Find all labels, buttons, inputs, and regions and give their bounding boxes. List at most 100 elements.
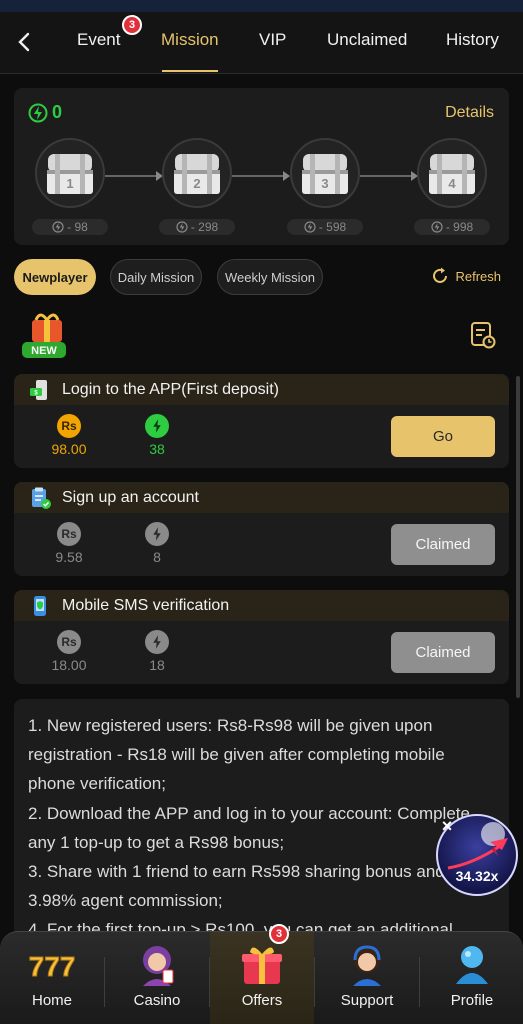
rule-item: 1. New registered users: Rs8-Rs98 will b… — [28, 716, 445, 794]
svg-text:777: 777 — [29, 951, 76, 982]
scrollbar[interactable] — [516, 376, 520, 698]
tab-history[interactable]: History — [446, 30, 499, 50]
nav-label: Home — [31, 992, 72, 1009]
casino-dealer-icon — [143, 946, 174, 986]
nav-support[interactable]: Support — [315, 932, 419, 1024]
chest-1[interactable]: 1 — [35, 138, 105, 208]
close-icon[interactable]: × — [438, 817, 456, 835]
filter-newplayer[interactable]: Newplayer — [14, 259, 96, 295]
filter-daily-mission[interactable]: Daily Mission — [110, 259, 202, 295]
task-header: $ Login to the APP(First deposit) — [14, 374, 509, 405]
chest-cost: - 998 — [414, 219, 490, 235]
claimed-button[interactable]: Claimed — [391, 632, 495, 673]
tab-event[interactable]: Event — [77, 30, 120, 50]
chest-2[interactable]: 2 — [162, 138, 232, 208]
rule-item: 2. Download the APP and log in to your a… — [28, 803, 470, 852]
task-card: Sign up an account Rs 9.58 8 Claimed — [14, 482, 509, 576]
chest-cost: - 98 — [32, 219, 108, 235]
new-gift-icon: NEW — [22, 313, 66, 358]
chest-progress-panel: 0 Details 1 2 3 4 - 98 - 298 - 598 - 998 — [14, 88, 509, 245]
multiplier-value: 34.32x — [455, 868, 499, 884]
tab-unclaimed[interactable]: Unclaimed — [327, 30, 407, 50]
energy-reward: 18 — [127, 630, 187, 673]
energy-reward: 8 — [127, 522, 187, 565]
task-card: Mobile SMS verification Rs 18.00 18 Clai… — [14, 590, 509, 684]
lightning-icon — [304, 221, 316, 233]
progress-arrow — [232, 171, 290, 181]
chest-number: 1 — [66, 176, 74, 191]
filter-weekly-mission[interactable]: Weekly Mission — [217, 259, 323, 295]
cash-reward-value: 9.58 — [55, 549, 83, 565]
top-nav: Event 3 Mission VIP Unclaimed History — [0, 12, 523, 74]
nav-label: Offers — [241, 992, 283, 1009]
refresh-icon — [433, 267, 448, 283]
nav-offers[interactable]: 3 Offers — [210, 924, 314, 1024]
chest-3[interactable]: 3 — [290, 138, 360, 208]
task-card: $ Login to the APP(First deposit) Rs 98.… — [14, 374, 509, 468]
slot-777-icon: 777 — [28, 951, 76, 983]
task-header: Sign up an account — [14, 482, 509, 513]
energy-balance: 0 — [28, 102, 62, 123]
refresh-button[interactable]: Refresh — [430, 266, 501, 286]
task-header: Mobile SMS verification — [14, 590, 509, 621]
details-link[interactable]: Details — [445, 104, 494, 122]
cash-reward: Rs 98.00 — [39, 414, 99, 457]
cash-reward-value: 18.00 — [51, 657, 87, 673]
rupee-coin-icon: Rs — [57, 414, 81, 438]
energy-reward-value: 38 — [149, 441, 165, 457]
chest-cost: - 298 — [159, 219, 235, 235]
lightning-icon — [431, 221, 443, 233]
support-agent-icon — [353, 945, 381, 986]
nav-casino[interactable]: Casino — [105, 932, 209, 1024]
nav-label: Support — [340, 992, 394, 1009]
mobile-app-icon: $ — [30, 379, 47, 400]
energy-reward: 38 — [127, 414, 187, 457]
tab-mission[interactable]: Mission — [161, 30, 219, 50]
go-button[interactable]: Go — [391, 416, 495, 457]
gift-box-icon — [242, 947, 282, 984]
rules-panel: 1. New registered users: Rs8-Rs98 will b… — [14, 699, 509, 959]
nav-label: Casino — [133, 992, 181, 1009]
nav-home[interactable]: 777 Home — [0, 932, 104, 1024]
offers-badge: 3 — [269, 924, 289, 944]
energy-reward-value: 18 — [149, 657, 165, 673]
energy-reward-value: 8 — [153, 549, 161, 565]
nav-profile[interactable]: Profile — [420, 932, 523, 1024]
rule-item: 3. Share with 1 friend to earn Rs598 sha… — [28, 862, 445, 911]
lightning-icon — [176, 221, 188, 233]
back-button[interactable] — [12, 28, 36, 56]
cash-reward: Rs 18.00 — [39, 630, 99, 673]
lightning-icon — [145, 522, 169, 546]
clipboard-check-icon — [32, 487, 51, 509]
progress-arrow — [360, 171, 418, 181]
claimed-button[interactable]: Claimed — [391, 524, 495, 565]
task-title: Login to the APP(First deposit) — [62, 380, 279, 398]
bottom-nav: 777 Home Casino 3 Offers Support Profile — [0, 924, 523, 1024]
svg-text:NEW: NEW — [31, 345, 57, 357]
rupee-coin-icon: Rs — [57, 522, 81, 546]
active-tab-indicator — [162, 70, 218, 72]
cash-reward-value: 98.00 — [51, 441, 87, 457]
tab-vip[interactable]: VIP — [259, 30, 286, 50]
lightning-icon — [28, 103, 48, 122]
chevron-left-icon — [18, 32, 30, 52]
record-icon[interactable] — [470, 321, 496, 349]
lightning-icon — [52, 221, 64, 233]
task-title: Sign up an account — [62, 488, 199, 506]
mobile-verify-icon — [34, 595, 46, 616]
task-title: Mobile SMS verification — [62, 596, 230, 614]
chest-cost: - 598 — [287, 219, 363, 235]
profile-icon — [456, 946, 488, 984]
chest-4[interactable]: 4 — [417, 138, 487, 208]
rupee-coin-icon: Rs — [57, 630, 81, 654]
status-bar — [0, 0, 523, 12]
cash-reward: Rs 9.58 — [39, 522, 99, 565]
event-badge: 3 — [122, 15, 142, 35]
chest-number: 4 — [448, 176, 456, 191]
chest-number: 3 — [321, 176, 329, 191]
energy-value: 0 — [52, 102, 63, 122]
progress-arrow — [105, 171, 163, 181]
lightning-icon — [145, 414, 169, 438]
lightning-icon — [145, 630, 169, 654]
nav-label: Profile — [450, 992, 494, 1009]
